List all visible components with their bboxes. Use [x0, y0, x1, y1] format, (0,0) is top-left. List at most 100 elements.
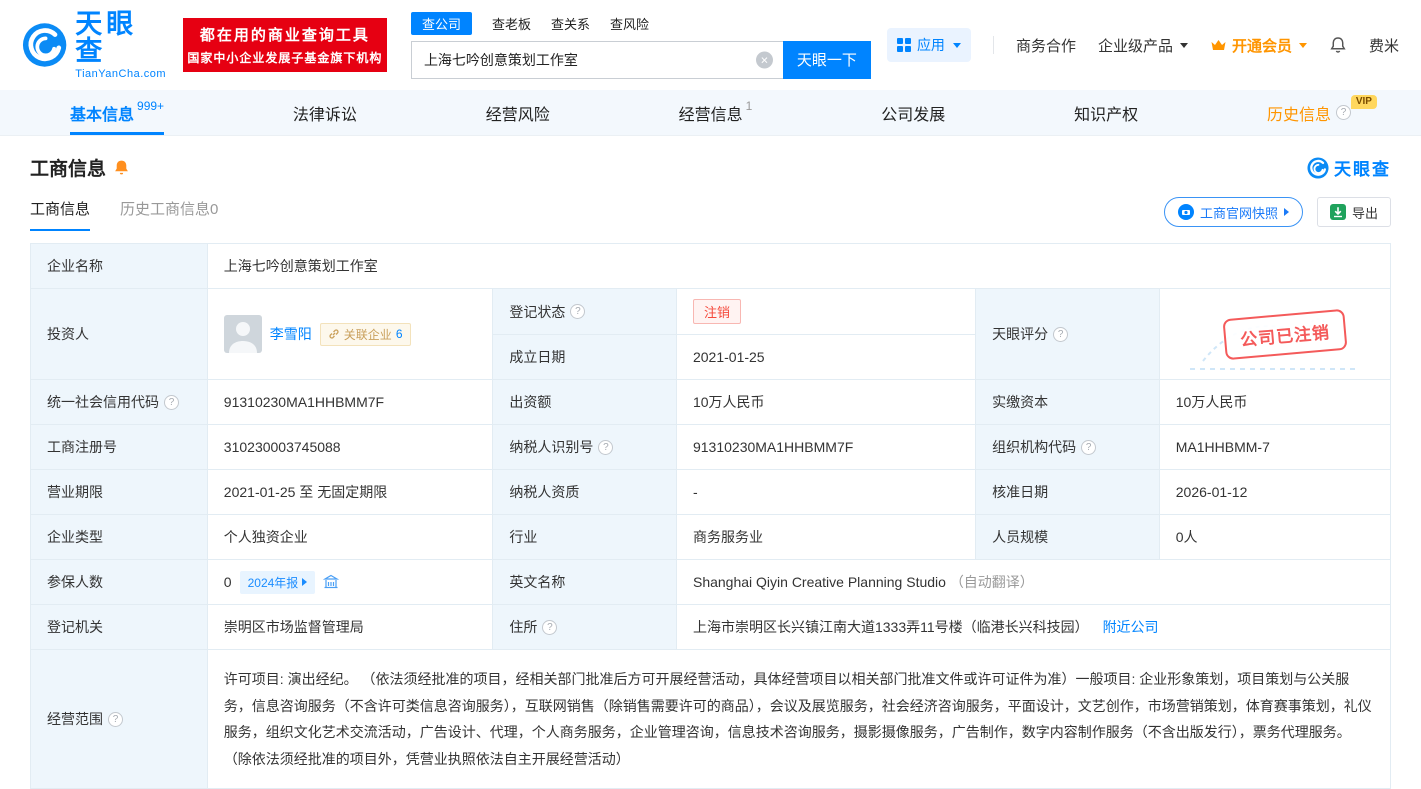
chevron-right-icon: [1284, 208, 1289, 216]
company-nav-tabs: 基本信息 999+ 法律诉讼 经营风险 经营信息 1 公司发展 知识产权 历史信…: [0, 90, 1421, 136]
investor-avatar[interactable]: [224, 315, 262, 353]
help-icon[interactable]: ?: [1081, 440, 1096, 455]
approval-date-value: 2026-01-12: [1159, 470, 1390, 515]
staff-size-label: 人员规模: [976, 515, 1160, 560]
help-icon[interactable]: ?: [108, 712, 123, 727]
alert-bell-icon[interactable]: [113, 159, 130, 176]
vip-upgrade-link[interactable]: 开通会员: [1210, 35, 1307, 56]
org-code-label: 组织机构代码 ?: [976, 425, 1160, 470]
logo-domain: TianYanCha.com: [75, 68, 167, 80]
search-button[interactable]: 天眼一下: [783, 41, 871, 79]
registration-authority-value: 崇明区市场监督管理局: [207, 605, 493, 650]
username-label: 费米: [1369, 35, 1399, 56]
taxpayer-id-label: 纳税人识别号 ?: [493, 425, 677, 470]
tab-legal-proceedings[interactable]: 法律诉讼: [293, 90, 357, 135]
credit-code-value: 91310230MA1HHBMM7F: [207, 380, 493, 425]
tab-label: 知识产权: [1074, 101, 1138, 125]
table-row: 工商注册号 310230003745088 纳税人识别号 ? 91310230M…: [31, 425, 1391, 470]
business-scope-cell: 许可项目: 演出经纪。 （依法须经批准的项目，经相关部门批准后方可开展经营活动，…: [207, 650, 1390, 789]
chevron-down-icon: [953, 43, 961, 48]
taxpayer-id-value: 91310230MA1HHBMM7F: [676, 425, 975, 470]
nearby-companies-link[interactable]: 附近公司: [1103, 619, 1159, 635]
tianyancha-logo[interactable]: 天眼查 TianYanCha.com: [22, 11, 167, 80]
biz-cooperation-link[interactable]: 商务合作: [1016, 35, 1076, 56]
search-tabs: 查公司 查老板 查关系 查风险: [411, 12, 871, 35]
link-icon: [328, 328, 340, 340]
search-tab-risk[interactable]: 查风险: [610, 12, 649, 35]
username-link[interactable]: 费米: [1369, 35, 1399, 56]
table-row: 企业类型 个人独资企业 行业 商务服务业 人员规模 0人: [31, 515, 1391, 560]
investor-name-link[interactable]: 李雪阳: [270, 324, 312, 344]
address-value: 上海市崇明区长兴镇江南大道1333弄11号楼（临港长兴科技园）: [693, 619, 1089, 635]
registration-number-label: 工商注册号: [31, 425, 208, 470]
snapshot-label: 工商官网快照: [1200, 203, 1278, 222]
tab-operating-risk[interactable]: 经营风险: [486, 90, 550, 135]
annual-report-badge[interactable]: 2024年报: [240, 571, 316, 594]
help-icon[interactable]: ?: [164, 395, 179, 410]
insured-count-label: 参保人数: [31, 560, 208, 605]
enterprise-products-link[interactable]: 企业级产品: [1098, 35, 1188, 56]
taxpayer-quality-value: -: [676, 470, 975, 515]
capital-label: 出资额: [493, 380, 677, 425]
export-button[interactable]: 导出: [1317, 197, 1391, 227]
table-row: 参保人数 0 2024年报 英文名称: [31, 560, 1391, 605]
related-companies-badge[interactable]: 关联企业 6: [320, 323, 411, 346]
apps-menu[interactable]: 应用: [887, 28, 971, 62]
biz-cooperation-label: 商务合作: [1016, 35, 1076, 56]
related-count: 6: [396, 327, 403, 341]
company-type-label: 企业类型: [31, 515, 208, 560]
paid-capital-label: 实缴资本: [976, 380, 1160, 425]
search-tab-relation[interactable]: 查关系: [551, 12, 590, 35]
tab-intellectual-property[interactable]: 知识产权: [1074, 90, 1138, 135]
related-label: 关联企业: [344, 326, 392, 343]
chevron-down-icon: [1299, 43, 1307, 48]
tab-company-development[interactable]: 公司发展: [881, 90, 945, 135]
crown-icon: [1210, 38, 1227, 52]
help-icon[interactable]: ?: [570, 304, 585, 319]
company-type-value: 个人独资企业: [207, 515, 493, 560]
banner-line2: 国家中小企业发展子基金旗下机构: [187, 49, 382, 66]
logo-text: 天眼查 TianYanCha.com: [75, 11, 167, 80]
notifications-bell-icon[interactable]: [1329, 36, 1347, 54]
tianyan-score-label: 天眼评分 ?: [976, 289, 1160, 380]
table-row: 投资人 李雪阳 关联企业: [31, 289, 1391, 335]
subtabs-row: 工商信息 历史工商信息0 工商官网快照 导出: [30, 197, 1391, 231]
company-name-value: 上海七吟创意策划工作室: [207, 244, 1390, 289]
tab-operating-info[interactable]: 经营信息 1: [679, 90, 753, 135]
help-icon[interactable]: ?: [598, 440, 613, 455]
tab-label: 经营风险: [486, 101, 550, 125]
table-row: 营业期限 2021-01-25 至 无固定期限 纳税人资质 - 核准日期 202…: [31, 470, 1391, 515]
tianyancha-logo-icon: [22, 22, 67, 68]
business-info-table: 企业名称 上海七吟创意策划工作室 投资人 李雪阳: [30, 243, 1391, 789]
top-header: 天眼查 TianYanCha.com 都在用的商业查询工具 国家中小企业发展子基…: [0, 0, 1421, 90]
approval-date-label: 核准日期: [976, 470, 1160, 515]
english-name-value: Shanghai Qiyin Creative Planning Studio: [693, 574, 946, 590]
tab-history-info[interactable]: 历史信息 VIP ?: [1267, 90, 1351, 135]
building-icon[interactable]: [323, 574, 339, 590]
english-name-cell: Shanghai Qiyin Creative Planning Studio …: [676, 560, 1390, 605]
official-snapshot-button[interactable]: 工商官网快照: [1164, 197, 1303, 227]
business-scope-label: 经营范围 ?: [31, 650, 208, 789]
tab-basic-info[interactable]: 基本信息 999+: [70, 90, 164, 135]
subtab-business-info[interactable]: 工商信息: [30, 198, 90, 231]
registration-number-value: 310230003745088: [207, 425, 493, 470]
grid-icon: [897, 38, 911, 52]
industry-value: 商务服务业: [676, 515, 975, 560]
address-label: 住所 ?: [493, 605, 677, 650]
search-tab-boss[interactable]: 查老板: [492, 12, 531, 35]
registration-status-cell: 注销: [676, 289, 975, 335]
section-header: 工商信息 天眼查: [30, 154, 1391, 181]
paid-capital-value: 10万人民币: [1159, 380, 1390, 425]
clear-search-icon[interactable]: ×: [756, 51, 773, 68]
search-input[interactable]: [411, 41, 783, 79]
investor-cell: 李雪阳 关联企业 6: [207, 289, 493, 380]
search-tab-company[interactable]: 查公司: [411, 12, 472, 35]
registration-status-label: 登记状态 ?: [493, 289, 677, 335]
tianyancha-watermark-logo: 天眼查: [1307, 155, 1391, 180]
address-cell: 上海市崇明区长兴镇江南大道1333弄11号楼（临港长兴科技园） 附近公司: [676, 605, 1390, 650]
subtab-history-business-info[interactable]: 历史工商信息0: [120, 198, 218, 231]
help-icon[interactable]: ?: [1053, 327, 1068, 342]
help-icon[interactable]: ?: [542, 620, 557, 635]
help-icon[interactable]: ?: [1336, 105, 1351, 120]
business-scope-value: 许可项目: 演出经纪。 （依法须经批准的项目，经相关部门批准后方可开展经营活动，…: [224, 662, 1374, 776]
